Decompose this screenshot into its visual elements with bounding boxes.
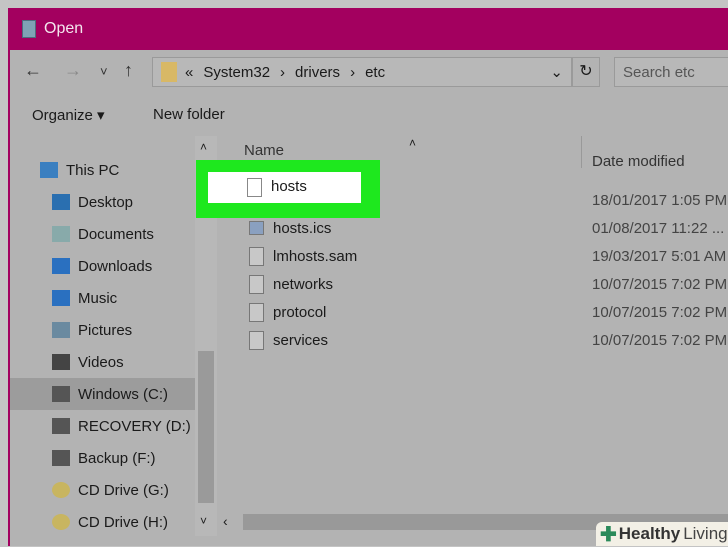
notepad-icon: [22, 20, 36, 38]
file-icon: [249, 330, 264, 350]
breadcrumb-overflow[interactable]: «: [185, 64, 193, 81]
file-icon: [249, 274, 264, 294]
organize-button[interactable]: Organize ▾: [32, 106, 105, 124]
title-bar: Open: [10, 8, 728, 50]
sidebar-item-label: Backup (F:): [78, 449, 156, 467]
breadcrumb-etc[interactable]: etc: [365, 64, 385, 81]
cd-icon: [52, 482, 70, 498]
file-date: 10/07/2015 7:02 PM: [592, 331, 728, 349]
sidebar-item[interactable]: RECOVERY (D:): [10, 410, 195, 442]
column-header-date-modified[interactable]: Date modified: [592, 153, 685, 170]
file-name: hosts.ics: [273, 219, 332, 237]
column-divider[interactable]: [581, 136, 582, 168]
new-folder-button[interactable]: New folder: [153, 106, 225, 123]
file-name: lmhosts.sam: [273, 247, 358, 265]
breadcrumb-separator[interactable]: ›: [350, 64, 355, 81]
sidebar-item[interactable]: Documents: [10, 218, 195, 250]
cd-icon: [52, 514, 70, 530]
desktop-icon: [52, 194, 70, 210]
drive-icon: [52, 450, 70, 466]
navigation-pane: This PC Desktop Documents Downloads Music Pic…: [10, 136, 195, 536]
computer-icon: [40, 162, 58, 178]
up-button[interactable]: ↑: [124, 60, 133, 81]
scrollbar-thumb[interactable]: [198, 351, 214, 503]
search-input[interactable]: Search etc: [614, 57, 728, 87]
sidebar-item[interactable]: Windows (C:): [10, 378, 195, 410]
file-icon: [247, 178, 262, 197]
sidebar-item[interactable]: CD Drive (H:): [10, 506, 195, 538]
column-header-name[interactable]: Name: [244, 142, 284, 159]
window-title: Open: [44, 20, 84, 37]
sidebar-item-label: Windows (C:): [78, 385, 169, 403]
sidebar-item[interactable]: CD Drive (G:): [10, 474, 195, 506]
scroll-down-icon[interactable]: ˅: [200, 514, 207, 528]
sidebar-item-label: CD Drive (H:): [78, 513, 168, 531]
plus-icon: ✚: [600, 523, 617, 546]
file-row[interactable]: services 10/07/2015 7:02 PM: [217, 326, 728, 354]
sidebar-item[interactable]: Desktop: [10, 186, 195, 218]
downloads-icon: [52, 258, 70, 274]
file-row[interactable]: lmhosts.sam 19/03/2017 5:01 AM: [217, 242, 728, 270]
address-bar[interactable]: « System32 › drivers › etc ⌄: [152, 57, 572, 87]
scroll-up-icon[interactable]: ˄: [200, 140, 207, 154]
sidebar-item[interactable]: Music: [10, 282, 195, 314]
file-row[interactable]: networks 10/07/2015 7:02 PM: [217, 270, 728, 298]
sidebar-item[interactable]: Backup (F:): [10, 442, 195, 474]
file-row[interactable]: protocol 10/07/2015 7:02 PM: [217, 298, 728, 326]
watermark-logo: ✚ Healthy Living: [596, 522, 728, 546]
documents-icon: [52, 226, 70, 242]
file-name[interactable]: hosts: [271, 178, 307, 195]
sort-ascending-icon: ˄: [409, 136, 417, 150]
sidebar-item-label: Videos: [78, 353, 124, 371]
sidebar-item-label: CD Drive (G:): [78, 481, 169, 499]
file-date: 19/03/2017 5:01 AM: [592, 247, 727, 265]
back-button[interactable]: ←: [24, 60, 42, 81]
file-icon: [249, 302, 264, 322]
sidebar-item-label: Desktop: [78, 193, 134, 211]
calendar-icon: [249, 221, 264, 235]
music-icon: [52, 290, 70, 306]
folder-icon: [161, 62, 177, 82]
sidebar-item-label: Documents: [78, 225, 154, 243]
sidebar-item[interactable]: This PC: [10, 154, 195, 186]
breadcrumb-system32[interactable]: System32: [203, 64, 270, 81]
toolbar: Organize ▾ New folder: [10, 94, 728, 136]
file-date: 10/07/2015 7:02 PM: [592, 303, 728, 321]
file-date: 01/08/2017 11:22 ...: [592, 219, 725, 237]
navigation-bar: ← → ˅ ↑ « System32 › drivers › etc ⌄ ↻ S…: [10, 50, 728, 94]
file-name: services: [273, 331, 329, 349]
sidebar-item-label: Pictures: [78, 321, 133, 339]
sidebar-item-label: RECOVERY (D:): [78, 417, 191, 435]
sidebar-item-label: This PC: [66, 161, 120, 179]
sidebar-item-label: Music: [78, 289, 118, 307]
sidebar-item[interactable]: Downloads: [10, 250, 195, 282]
highlight-box: hosts: [196, 160, 380, 218]
sidebar-item[interactable]: Videos: [10, 346, 195, 378]
sidebar-item-label: Downloads: [78, 257, 153, 275]
recent-locations-button[interactable]: ˅: [100, 64, 108, 79]
file-name: networks: [273, 275, 334, 293]
sidebar-item[interactable]: Pictures: [10, 314, 195, 346]
file-icon: [249, 246, 264, 266]
file-name: protocol: [273, 303, 327, 321]
scroll-left-icon[interactable]: ‹: [223, 513, 228, 529]
breadcrumb-separator[interactable]: ›: [280, 64, 285, 81]
file-date: 10/07/2015 7:02 PM: [592, 275, 728, 293]
pictures-icon: [52, 322, 70, 338]
drive-icon: [52, 418, 70, 434]
forward-button[interactable]: →: [64, 60, 82, 81]
videos-icon: [52, 354, 70, 370]
chevron-down-icon[interactable]: ⌄: [550, 63, 563, 81]
drive-icon: [52, 386, 70, 402]
open-dialog: Open ← → ˅ ↑ « System32 › drivers › etc …: [8, 8, 728, 546]
file-row[interactable]: hosts.ics 01/08/2017 11:22 ...: [217, 214, 728, 242]
file-date: 18/01/2017 1:05 PM: [592, 191, 728, 209]
refresh-button[interactable]: ↻: [572, 57, 600, 87]
breadcrumb-drivers[interactable]: drivers: [295, 64, 340, 81]
